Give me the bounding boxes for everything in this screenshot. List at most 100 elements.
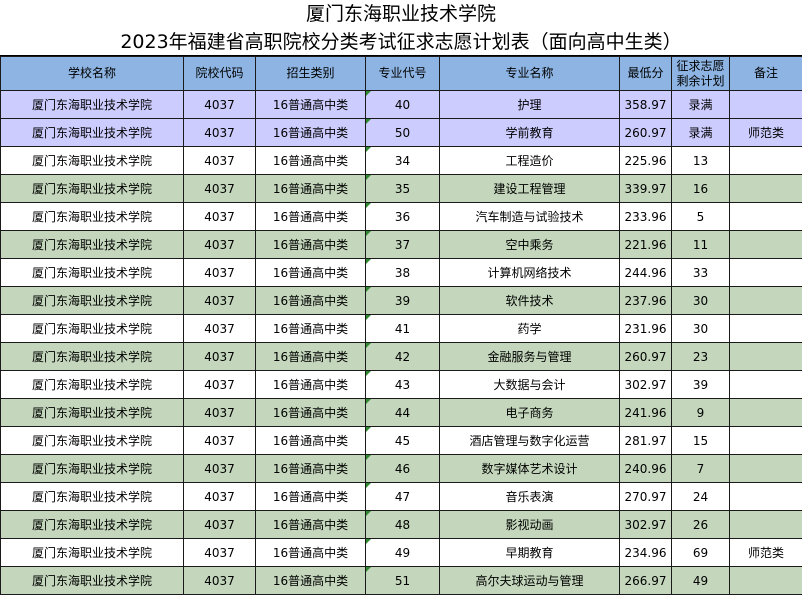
table-row: 厦门东海职业技术学院403716普通高中类34工程造价225.9613 bbox=[1, 147, 802, 175]
cell-category: 16普通高中类 bbox=[256, 511, 366, 539]
cell-major-code: 34 bbox=[366, 147, 440, 175]
cell-school-code: 4037 bbox=[184, 91, 256, 119]
table-row: 厦门东海职业技术学院403716普通高中类38计算机网络技术244.9633 bbox=[1, 259, 802, 287]
sheet-title: 厦门东海职业技术学院 bbox=[0, 0, 802, 28]
cell-remaining: 录满 bbox=[672, 91, 730, 119]
cell-note bbox=[730, 287, 802, 315]
cell-category: 16普通高中类 bbox=[256, 427, 366, 455]
cell-major-code-text: 34 bbox=[395, 154, 410, 168]
cell-note bbox=[730, 483, 802, 511]
cell-major-code: 40 bbox=[366, 91, 440, 119]
cell-major-code: 45 bbox=[366, 427, 440, 455]
cell-marker-icon bbox=[366, 91, 371, 96]
cell-major-name: 学前教育 bbox=[440, 119, 620, 147]
cell-school: 厦门东海职业技术学院 bbox=[1, 567, 184, 595]
cell-marker-icon bbox=[366, 399, 371, 404]
cell-major-code: 42 bbox=[366, 343, 440, 371]
cell-min-score: 241.96 bbox=[620, 399, 672, 427]
cell-category: 16普通高中类 bbox=[256, 119, 366, 147]
cell-min-score: 302.97 bbox=[620, 511, 672, 539]
cell-note bbox=[730, 455, 802, 483]
cell-note bbox=[730, 567, 802, 595]
cell-marker-icon bbox=[366, 567, 371, 572]
cell-school-code: 4037 bbox=[184, 399, 256, 427]
cell-marker-icon bbox=[366, 231, 371, 236]
cell-note bbox=[730, 259, 802, 287]
plan-table: 学校名称 院校代码 招生类别 专业代号 专业名称 最低分 征求志愿剩余计划 备注… bbox=[0, 56, 802, 595]
cell-remaining: 26 bbox=[672, 511, 730, 539]
cell-category: 16普通高中类 bbox=[256, 175, 366, 203]
cell-min-score: 221.96 bbox=[620, 231, 672, 259]
cell-school: 厦门东海职业技术学院 bbox=[1, 231, 184, 259]
cell-remaining: 15 bbox=[672, 427, 730, 455]
cell-major-name: 酒店管理与数字化运营 bbox=[440, 427, 620, 455]
cell-category: 16普通高中类 bbox=[256, 567, 366, 595]
cell-min-score: 270.97 bbox=[620, 483, 672, 511]
sheet-subtitle: 2023年福建省高职院校分类考试征求志愿计划表（面向高中生类） bbox=[0, 28, 802, 56]
cell-school: 厦门东海职业技术学院 bbox=[1, 371, 184, 399]
cell-school-code: 4037 bbox=[184, 315, 256, 343]
table-row: 厦门东海职业技术学院403716普通高中类43大数据与会计302.9739 bbox=[1, 371, 802, 399]
table-row: 厦门东海职业技术学院403716普通高中类41药学231.9630 bbox=[1, 315, 802, 343]
header-major-code: 专业代号 bbox=[366, 57, 440, 91]
cell-marker-icon bbox=[366, 511, 371, 516]
cell-major-code-text: 42 bbox=[395, 350, 410, 364]
cell-note bbox=[730, 315, 802, 343]
table-row: 厦门东海职业技术学院403716普通高中类35建设工程管理339.9716 bbox=[1, 175, 802, 203]
cell-marker-icon bbox=[366, 147, 371, 152]
cell-category: 16普通高中类 bbox=[256, 371, 366, 399]
table-row: 厦门东海职业技术学院403716普通高中类37空中乘务221.9611 bbox=[1, 231, 802, 259]
cell-major-name: 计算机网络技术 bbox=[440, 259, 620, 287]
cell-note bbox=[730, 371, 802, 399]
cell-major-name: 金融服务与管理 bbox=[440, 343, 620, 371]
cell-school: 厦门东海职业技术学院 bbox=[1, 483, 184, 511]
cell-major-code: 46 bbox=[366, 455, 440, 483]
cell-remaining: 13 bbox=[672, 147, 730, 175]
cell-major-code-text: 40 bbox=[395, 98, 410, 112]
cell-school-code: 4037 bbox=[184, 427, 256, 455]
cell-major-code-text: 41 bbox=[395, 322, 410, 336]
cell-remaining: 39 bbox=[672, 371, 730, 399]
cell-min-score: 240.96 bbox=[620, 455, 672, 483]
header-min-score: 最低分 bbox=[620, 57, 672, 91]
cell-remaining: 24 bbox=[672, 483, 730, 511]
cell-school-code: 4037 bbox=[184, 147, 256, 175]
cell-marker-icon bbox=[366, 175, 371, 180]
cell-major-code-text: 37 bbox=[395, 238, 410, 252]
cell-major-code: 38 bbox=[366, 259, 440, 287]
cell-major-name: 数字媒体艺术设计 bbox=[440, 455, 620, 483]
cell-school-code: 4037 bbox=[184, 539, 256, 567]
cell-school-code: 4037 bbox=[184, 483, 256, 511]
cell-note bbox=[730, 399, 802, 427]
cell-marker-icon bbox=[366, 287, 371, 292]
cell-min-score: 302.97 bbox=[620, 371, 672, 399]
cell-category: 16普通高中类 bbox=[256, 343, 366, 371]
cell-major-name: 软件技术 bbox=[440, 287, 620, 315]
cell-marker-icon bbox=[366, 343, 371, 348]
cell-major-code: 49 bbox=[366, 539, 440, 567]
cell-school: 厦门东海职业技术学院 bbox=[1, 287, 184, 315]
header-major-name: 专业名称 bbox=[440, 57, 620, 91]
cell-school-code: 4037 bbox=[184, 511, 256, 539]
cell-min-score: 260.97 bbox=[620, 343, 672, 371]
cell-note bbox=[730, 511, 802, 539]
cell-remaining: 30 bbox=[672, 315, 730, 343]
table-body: 厦门东海职业技术学院403716普通高中类40护理358.97录满厦门东海职业技… bbox=[1, 91, 802, 595]
cell-remaining: 7 bbox=[672, 455, 730, 483]
cell-school-code: 4037 bbox=[184, 343, 256, 371]
cell-major-code: 35 bbox=[366, 175, 440, 203]
cell-min-score: 244.96 bbox=[620, 259, 672, 287]
cell-marker-icon bbox=[366, 371, 371, 376]
cell-major-code: 47 bbox=[366, 483, 440, 511]
cell-school: 厦门东海职业技术学院 bbox=[1, 455, 184, 483]
table-row: 厦门东海职业技术学院403716普通高中类36汽车制造与试验技术233.965 bbox=[1, 203, 802, 231]
cell-major-name: 工程造价 bbox=[440, 147, 620, 175]
cell-major-code-text: 46 bbox=[395, 462, 410, 476]
cell-major-code: 43 bbox=[366, 371, 440, 399]
table-row: 厦门东海职业技术学院403716普通高中类49早期教育234.9669师范类 bbox=[1, 539, 802, 567]
cell-category: 16普通高中类 bbox=[256, 539, 366, 567]
cell-remaining: 23 bbox=[672, 343, 730, 371]
cell-school: 厦门东海职业技术学院 bbox=[1, 539, 184, 567]
cell-marker-icon bbox=[366, 119, 371, 124]
cell-note bbox=[730, 175, 802, 203]
